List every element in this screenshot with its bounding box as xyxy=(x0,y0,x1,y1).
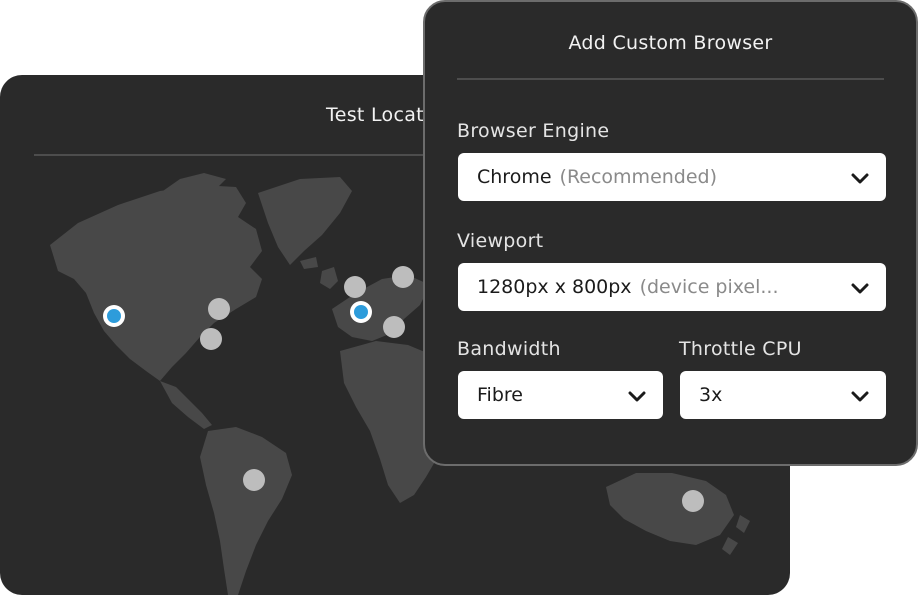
location-marker-icon[interactable] xyxy=(208,298,230,320)
chevron-down-icon xyxy=(628,391,646,402)
landmass-greenland xyxy=(258,177,352,265)
location-marker-active-icon[interactable] xyxy=(103,305,125,327)
location-marker-icon[interactable] xyxy=(383,316,405,338)
bandwidth-select[interactable]: Fibre xyxy=(458,371,663,419)
chevron-down-icon xyxy=(851,391,869,402)
bandwidth-label: Bandwidth xyxy=(457,338,561,360)
browser-engine-label: Browser Engine xyxy=(457,120,610,142)
landmass-australia xyxy=(606,473,734,545)
browser-engine-value: Chrome xyxy=(477,166,552,188)
landmass-new-zealand xyxy=(736,515,750,533)
chevron-down-icon xyxy=(851,283,869,294)
throttle-cpu-select[interactable]: 3x xyxy=(680,371,886,419)
viewport-select[interactable]: 1280px x 800px (device pixel... xyxy=(458,263,886,311)
location-marker-icon[interactable] xyxy=(243,469,265,491)
bandwidth-value: Fibre xyxy=(477,384,523,406)
location-marker-icon[interactable] xyxy=(682,490,704,512)
landmass-british-isles xyxy=(320,267,338,289)
location-marker-active-icon[interactable] xyxy=(350,301,372,323)
location-marker-icon[interactable] xyxy=(344,276,366,298)
chevron-down-icon xyxy=(851,173,869,184)
browser-engine-select[interactable]: Chrome (Recommended) xyxy=(458,153,886,201)
viewport-hint: (device pixel... xyxy=(639,276,779,298)
location-marker-icon[interactable] xyxy=(392,266,414,288)
landmass-new-zealand-south xyxy=(722,537,738,555)
viewport-value: 1280px x 800px xyxy=(477,276,632,298)
browser-engine-hint: (Recommended) xyxy=(559,166,718,188)
landmass-iceland xyxy=(300,257,318,269)
landmass-north-america xyxy=(50,185,262,381)
dialog-divider xyxy=(457,78,884,80)
viewport-label: Viewport xyxy=(457,230,544,252)
landmass-central-america xyxy=(160,381,212,429)
location-marker-icon[interactable] xyxy=(200,328,222,350)
landmass-south-america xyxy=(200,427,292,595)
throttle-cpu-value: 3x xyxy=(699,384,723,406)
throttle-cpu-label: Throttle CPU xyxy=(679,338,802,360)
dialog-title: Add Custom Browser xyxy=(568,32,773,54)
add-custom-browser-dialog: Add Custom Browser Browser Engine Chrome… xyxy=(423,0,918,466)
